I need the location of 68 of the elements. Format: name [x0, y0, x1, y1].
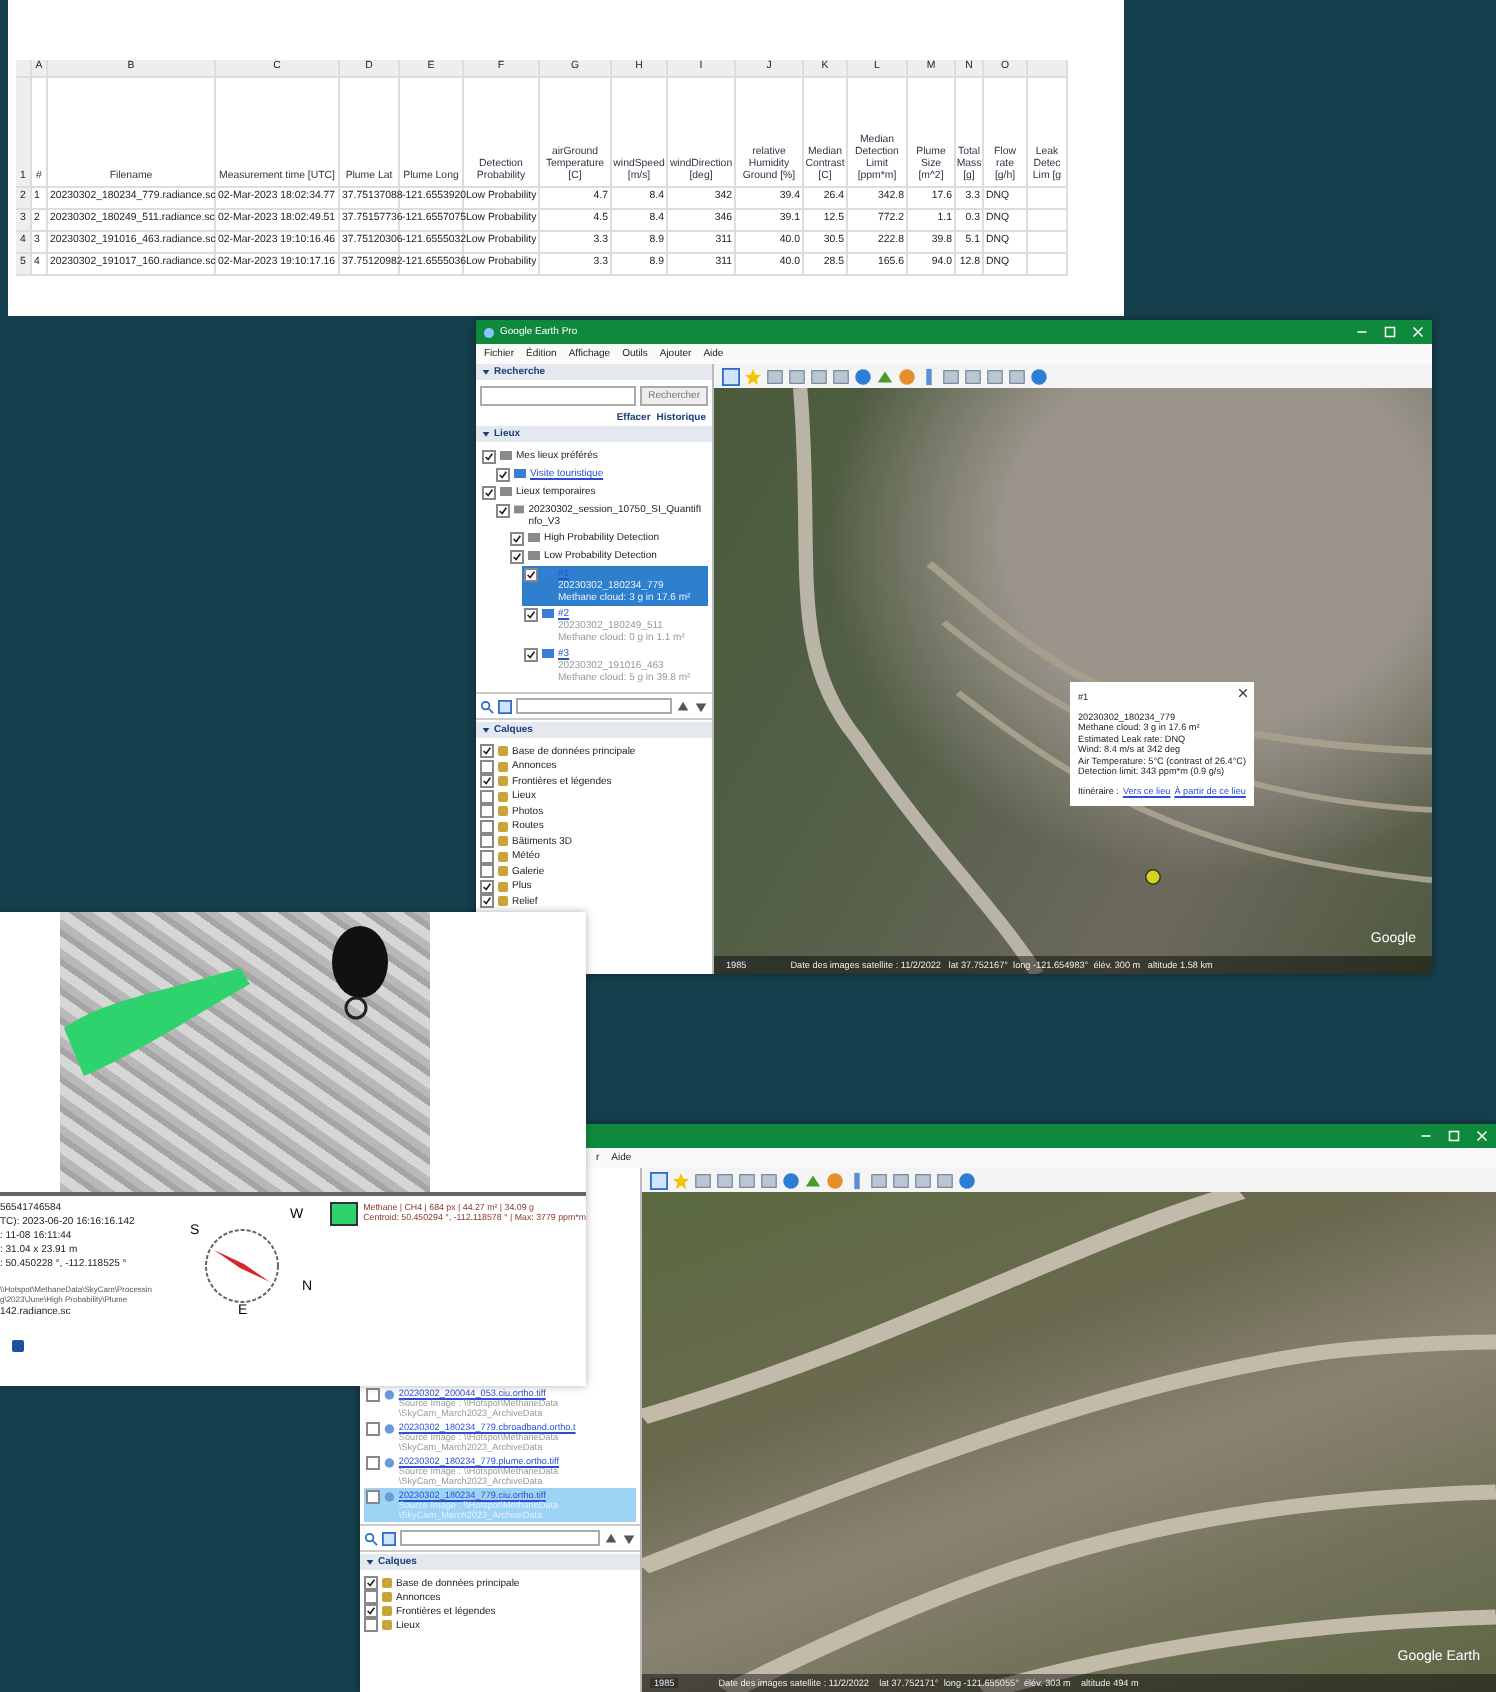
star-icon[interactable] — [672, 1171, 690, 1189]
table-cell — [1028, 209, 1068, 232]
checkbox[interactable] — [366, 1422, 380, 1436]
checkbox[interactable] — [480, 834, 494, 848]
checkbox[interactable] — [524, 608, 538, 622]
globe-icon[interactable] — [854, 367, 872, 385]
collapse-triangle-icon[interactable] — [366, 1558, 374, 1566]
planet-icon[interactable] — [898, 367, 916, 385]
globe-icon[interactable] — [782, 1171, 800, 1189]
checkbox[interactable] — [496, 504, 510, 518]
planet-icon[interactable] — [826, 1171, 844, 1189]
search-field[interactable] — [480, 386, 637, 406]
checkbox[interactable] — [366, 1388, 380, 1402]
minimize-icon[interactable] — [1356, 326, 1368, 338]
search-icon[interactable] — [480, 699, 494, 713]
maximize-icon[interactable] — [1384, 326, 1396, 338]
panel-icon[interactable] — [382, 1531, 396, 1545]
close-icon[interactable] — [1238, 688, 1248, 698]
maximize-icon[interactable] — [1448, 1130, 1460, 1142]
checkbox[interactable] — [480, 759, 494, 773]
earth-icon[interactable] — [958, 1171, 976, 1189]
logo-icon — [12, 1340, 24, 1352]
checkbox[interactable] — [366, 1490, 380, 1504]
earth-icon[interactable] — [1030, 367, 1048, 385]
filter-field[interactable] — [400, 1530, 600, 1546]
collapse-triangle-icon[interactable] — [482, 726, 490, 734]
table-cell — [1028, 231, 1068, 254]
panel-icon[interactable] — [498, 699, 512, 713]
collapse-triangle-icon[interactable] — [482, 430, 490, 438]
checkbox[interactable] — [480, 819, 494, 833]
down-arrow-icon[interactable] — [694, 699, 708, 713]
checkbox[interactable] — [366, 1456, 380, 1470]
pin-icon[interactable] — [1144, 868, 1162, 886]
app-icon — [484, 327, 494, 337]
checkbox[interactable] — [480, 774, 494, 788]
checkbox[interactable] — [480, 849, 494, 863]
checkbox[interactable] — [482, 450, 496, 464]
legend-swatch — [329, 1202, 358, 1226]
table-cell — [1028, 253, 1068, 276]
checkbox[interactable] — [480, 744, 494, 758]
checkbox[interactable] — [364, 1576, 378, 1590]
checkbox[interactable] — [482, 486, 496, 500]
sidebar-icon[interactable] — [650, 1171, 668, 1189]
checkbox[interactable] — [524, 568, 538, 582]
checkbox[interactable] — [480, 804, 494, 818]
up-arrow-icon[interactable] — [604, 1531, 618, 1545]
satellite-map[interactable] — [714, 388, 1432, 974]
table-cell — [1028, 187, 1068, 210]
collapse-triangle-icon[interactable] — [482, 368, 490, 376]
filter-field[interactable] — [516, 698, 672, 714]
checkbox[interactable] — [524, 648, 538, 662]
up-arrow-icon[interactable] — [676, 699, 690, 713]
checkbox[interactable] — [496, 468, 510, 482]
compass-icon — [204, 1229, 279, 1303]
checkbox[interactable] — [364, 1618, 378, 1632]
minimize-icon[interactable] — [1420, 1130, 1432, 1142]
star-icon[interactable] — [744, 367, 762, 385]
sidebar-icon[interactable] — [722, 367, 740, 385]
checkbox[interactable] — [510, 532, 524, 546]
checkbox[interactable] — [364, 1604, 378, 1618]
checkbox[interactable] — [480, 789, 494, 803]
checkbox[interactable] — [364, 1590, 378, 1604]
checkbox[interactable] — [510, 550, 524, 564]
checkbox[interactable] — [480, 879, 494, 893]
checkbox[interactable] — [480, 864, 494, 878]
down-arrow-icon[interactable] — [622, 1531, 636, 1545]
search-icon[interactable] — [364, 1531, 378, 1545]
checkbox[interactable] — [480, 894, 494, 908]
